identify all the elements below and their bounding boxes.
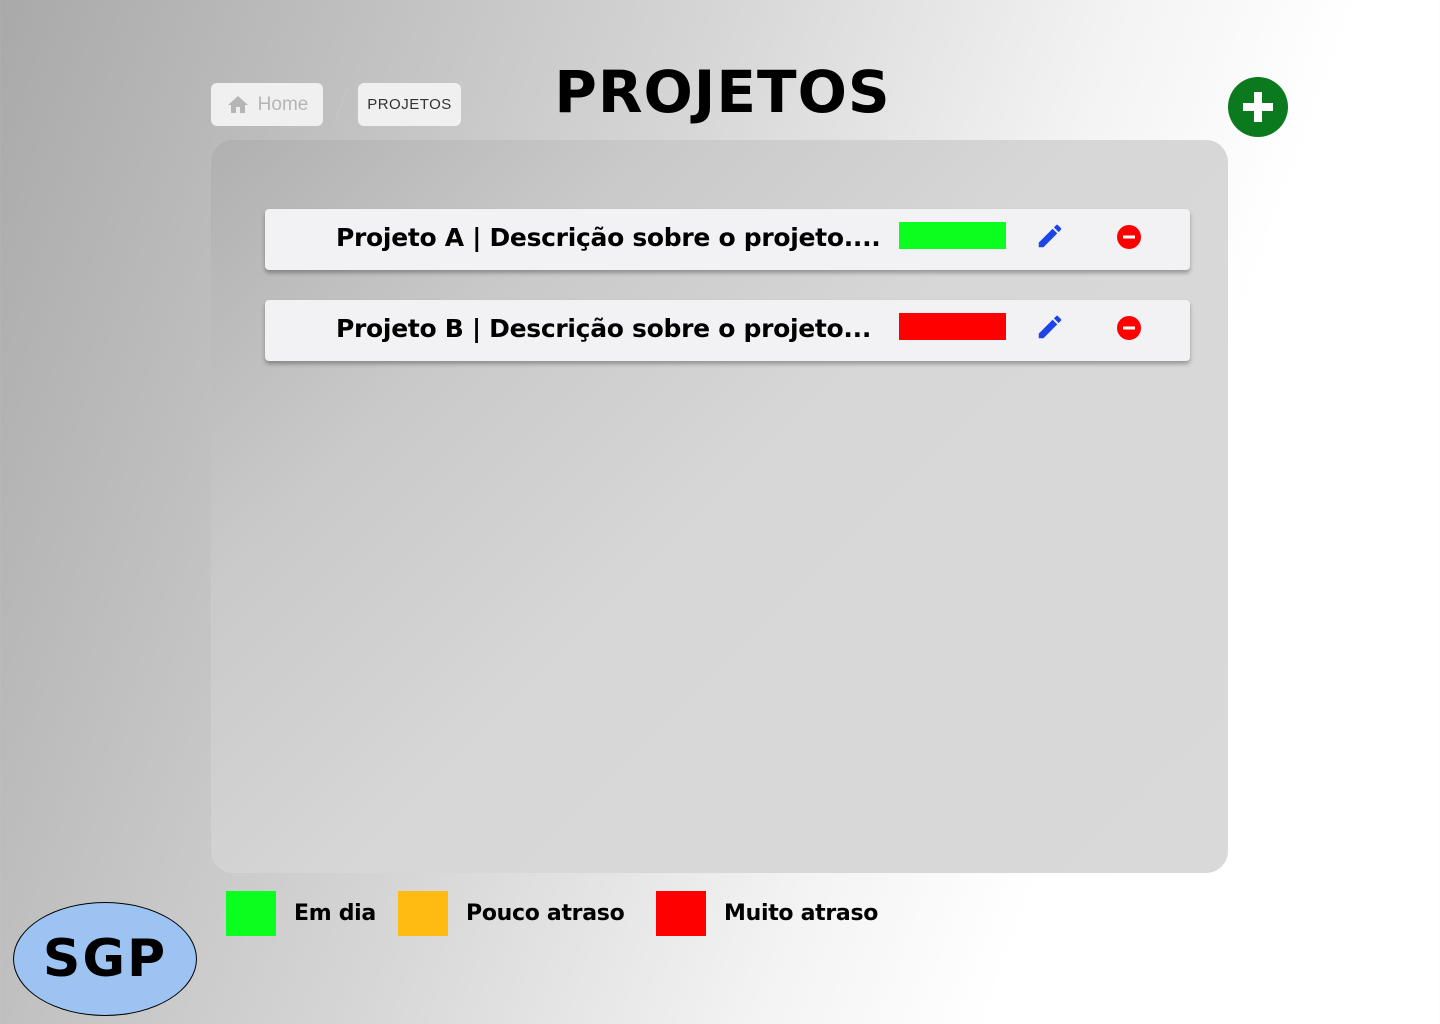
legend-swatch [656, 891, 706, 936]
minus-circle-icon[interactable] [1115, 223, 1143, 251]
legend-item-pouco-atraso: Pouco atraso [398, 891, 625, 936]
legend-item-muito-atraso: Muito atraso [656, 891, 878, 936]
legend-swatch [398, 891, 448, 936]
project-title: Projeto B | Descrição sobre o projeto... [336, 314, 872, 343]
project-title: Projeto A | Descrição sobre o projeto...… [336, 223, 881, 252]
project-row[interactable]: Projeto B | Descrição sobre o projeto... [265, 300, 1190, 361]
legend-label: Muito atraso [724, 901, 879, 926]
legend-item-em-dia: Em dia [226, 891, 376, 936]
status-indicator [899, 313, 1006, 340]
minus-circle-icon[interactable] [1115, 314, 1143, 342]
legend-swatch [226, 891, 276, 936]
status-indicator [899, 222, 1006, 249]
legend-label: Em dia [294, 901, 376, 926]
project-row[interactable]: Projeto A | Descrição sobre o projeto...… [265, 209, 1190, 270]
page-title: PROJETOS [554, 58, 891, 126]
app-logo[interactable]: SGP [13, 902, 197, 1016]
add-project-button[interactable] [1228, 77, 1288, 137]
pencil-icon[interactable] [1035, 221, 1065, 251]
projects-panel: Projeto A | Descrição sobre o projeto...… [211, 140, 1228, 873]
legend-label: Pouco atraso [466, 901, 625, 926]
pencil-icon[interactable] [1035, 312, 1065, 342]
plus-icon [1243, 92, 1273, 122]
